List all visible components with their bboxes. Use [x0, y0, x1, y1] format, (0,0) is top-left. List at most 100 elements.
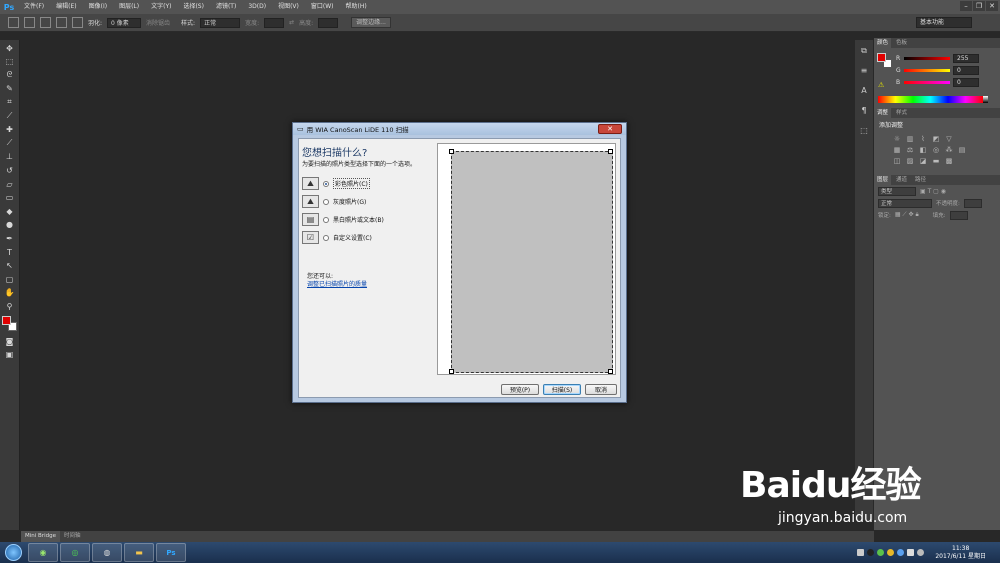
blend-mode-select[interactable]: 正常 — [878, 198, 932, 208]
subtract-selection-icon[interactable] — [56, 17, 67, 28]
quick-select-tool-icon[interactable]: ✎ — [3, 83, 17, 94]
stamp-tool-icon[interactable]: ⊥ — [3, 151, 17, 162]
move-tool-icon[interactable]: ✥ — [3, 43, 17, 54]
dialog-close-button[interactable]: ✕ — [598, 124, 622, 134]
properties-panel-icon[interactable]: ≡ — [858, 65, 871, 76]
character-panel-icon[interactable]: A — [858, 85, 871, 96]
scan-preview-area[interactable] — [451, 151, 613, 373]
foreground-color-swatch[interactable] — [1, 315, 11, 325]
type-tool-icon[interactable]: T — [3, 247, 17, 258]
player-taskbar-icon[interactable]: ◍ — [92, 543, 122, 562]
tab-styles[interactable]: 样式 — [893, 108, 910, 118]
vibrance-icon[interactable]: ▽ — [944, 134, 954, 143]
pen-tool-icon[interactable]: ✒ — [3, 233, 17, 244]
adjust-quality-link[interactable]: 调整已扫描照片的质量 — [307, 279, 367, 288]
opacity-input[interactable] — [963, 198, 982, 208]
tray-qq-icon[interactable] — [867, 549, 875, 556]
crop-handle-bottom-left[interactable] — [449, 369, 454, 374]
tool-presets-icon[interactable]: ⬚ — [858, 125, 871, 136]
blur-tool-icon[interactable]: ◆ — [3, 206, 17, 217]
tab-mini-bridge[interactable]: Mini Bridge — [21, 531, 60, 542]
eraser-tool-icon[interactable]: ▱ — [3, 179, 17, 190]
posterize-icon[interactable]: ▨ — [905, 156, 915, 165]
menu-window[interactable]: 窗口(W) — [305, 0, 340, 14]
layer-kind-select[interactable]: 类型 — [878, 186, 916, 196]
photoshop-taskbar-icon[interactable]: Ps — [156, 543, 186, 562]
brush-tool-icon[interactable]: ⟋ — [3, 138, 17, 149]
lock-icons[interactable]: ▦ ⟋ ✥ 🔒︎ — [895, 211, 919, 219]
photo-filter-icon[interactable]: ◎ — [931, 145, 941, 154]
screen-mode-icon[interactable]: ▣ — [3, 349, 17, 360]
workspace-select[interactable]: 基本功能 — [916, 17, 972, 28]
refine-edge-button[interactable]: 调整边缘... — [351, 17, 391, 28]
grayscale-ramp[interactable] — [983, 96, 988, 103]
tray-network-icon[interactable] — [907, 549, 915, 556]
option-color-photo[interactable]: ⛰ 彩色照片(C) — [302, 177, 370, 190]
option-custom[interactable]: ☑ 自定义设置(C) — [302, 231, 372, 244]
threshold-icon[interactable]: ◪ — [918, 156, 928, 165]
red-value-input[interactable]: 255 — [953, 53, 979, 63]
black-white-icon[interactable]: ◧ — [918, 145, 928, 154]
intersect-selection-icon[interactable] — [72, 17, 83, 28]
tray-keyboard-icon[interactable] — [857, 549, 865, 556]
blue-value-input[interactable]: 0 — [953, 77, 979, 87]
menu-3d[interactable]: 3D(D) — [242, 0, 272, 14]
blue-slider[interactable] — [904, 80, 950, 84]
paragraph-panel-icon[interactable]: ¶ — [858, 105, 871, 116]
swap-icon[interactable]: ⇄ — [289, 19, 294, 26]
taskbar-clock[interactable]: 11:38 2017/6/11 星期日 — [935, 545, 986, 561]
cancel-button[interactable]: 取消 — [585, 384, 617, 395]
tray-update-icon[interactable] — [897, 549, 905, 556]
marquee-preset-icon[interactable] — [8, 17, 19, 28]
menu-file[interactable]: 文件(F) — [18, 0, 50, 14]
antialias-checkbox[interactable]: 消除锯齿 — [146, 18, 170, 27]
quick-mask-icon[interactable]: ◙ — [3, 336, 17, 347]
radio-color-photo[interactable] — [323, 180, 329, 187]
color-swatches[interactable] — [1, 315, 18, 332]
radio-custom[interactable] — [323, 234, 329, 241]
marquee-tool-icon[interactable]: ⬚ — [3, 56, 17, 67]
menu-help[interactable]: 帮助(H) — [340, 0, 373, 14]
menu-filter[interactable]: 滤镜(T) — [210, 0, 242, 14]
exposure-icon[interactable]: ◩ — [931, 134, 941, 143]
tab-timeline[interactable]: 时间轴 — [60, 531, 85, 542]
green-slider[interactable] — [904, 68, 950, 72]
color-lookup-icon[interactable]: ▤ — [957, 145, 967, 154]
radio-bw-text[interactable] — [323, 216, 329, 223]
invert-icon[interactable]: ◫ — [892, 156, 902, 165]
restore-button[interactable]: ❐ — [973, 1, 985, 11]
menu-image[interactable]: 图像(I) — [83, 0, 113, 14]
menu-type[interactable]: 文字(Y) — [145, 0, 177, 14]
preview-button[interactable]: 预览(P) — [501, 384, 539, 395]
levels-icon[interactable]: ▥ — [905, 134, 915, 143]
scan-button[interactable]: 扫描(S) — [543, 384, 581, 395]
color-spectrum[interactable] — [878, 96, 983, 103]
lasso-tool-icon[interactable]: ᘓ — [3, 70, 17, 81]
curves-icon[interactable]: ⌇ — [918, 134, 928, 143]
menu-layer[interactable]: 图层(L) — [113, 0, 145, 14]
hand-tool-icon[interactable]: ✋ — [3, 287, 17, 298]
red-slider[interactable] — [904, 56, 950, 60]
gradient-map-icon[interactable]: ▬ — [931, 156, 941, 165]
zoom-tool-icon[interactable]: ⚲ — [3, 301, 17, 312]
tab-color[interactable]: 颜色 — [874, 38, 892, 48]
start-button[interactable] — [0, 542, 26, 563]
width-input[interactable] — [264, 17, 285, 28]
browser-taskbar-icon[interactable]: ◎ — [60, 543, 90, 562]
menu-edit[interactable]: 编辑(E) — [50, 0, 82, 14]
tab-swatches[interactable]: 色板 — [893, 38, 910, 48]
menu-view[interactable]: 视图(V) — [272, 0, 305, 14]
color-balance-icon[interactable]: ⚖ — [905, 145, 915, 154]
new-selection-icon[interactable] — [24, 17, 35, 28]
channel-mixer-icon[interactable]: ⁂ — [944, 145, 954, 154]
tray-wechat-icon[interactable] — [877, 549, 885, 556]
brightness-icon[interactable]: ☼ — [892, 134, 902, 143]
menu-select[interactable]: 选择(S) — [177, 0, 210, 14]
dodge-tool-icon[interactable]: ● — [3, 219, 17, 230]
selective-color-icon[interactable]: ▩ — [944, 156, 954, 165]
fill-input[interactable] — [949, 210, 968, 220]
height-input[interactable] — [318, 17, 339, 28]
crop-tool-icon[interactable]: ⌗ — [3, 97, 17, 108]
minimize-button[interactable]: – — [960, 1, 972, 11]
wechat-taskbar-icon[interactable]: ◉ — [28, 543, 58, 562]
